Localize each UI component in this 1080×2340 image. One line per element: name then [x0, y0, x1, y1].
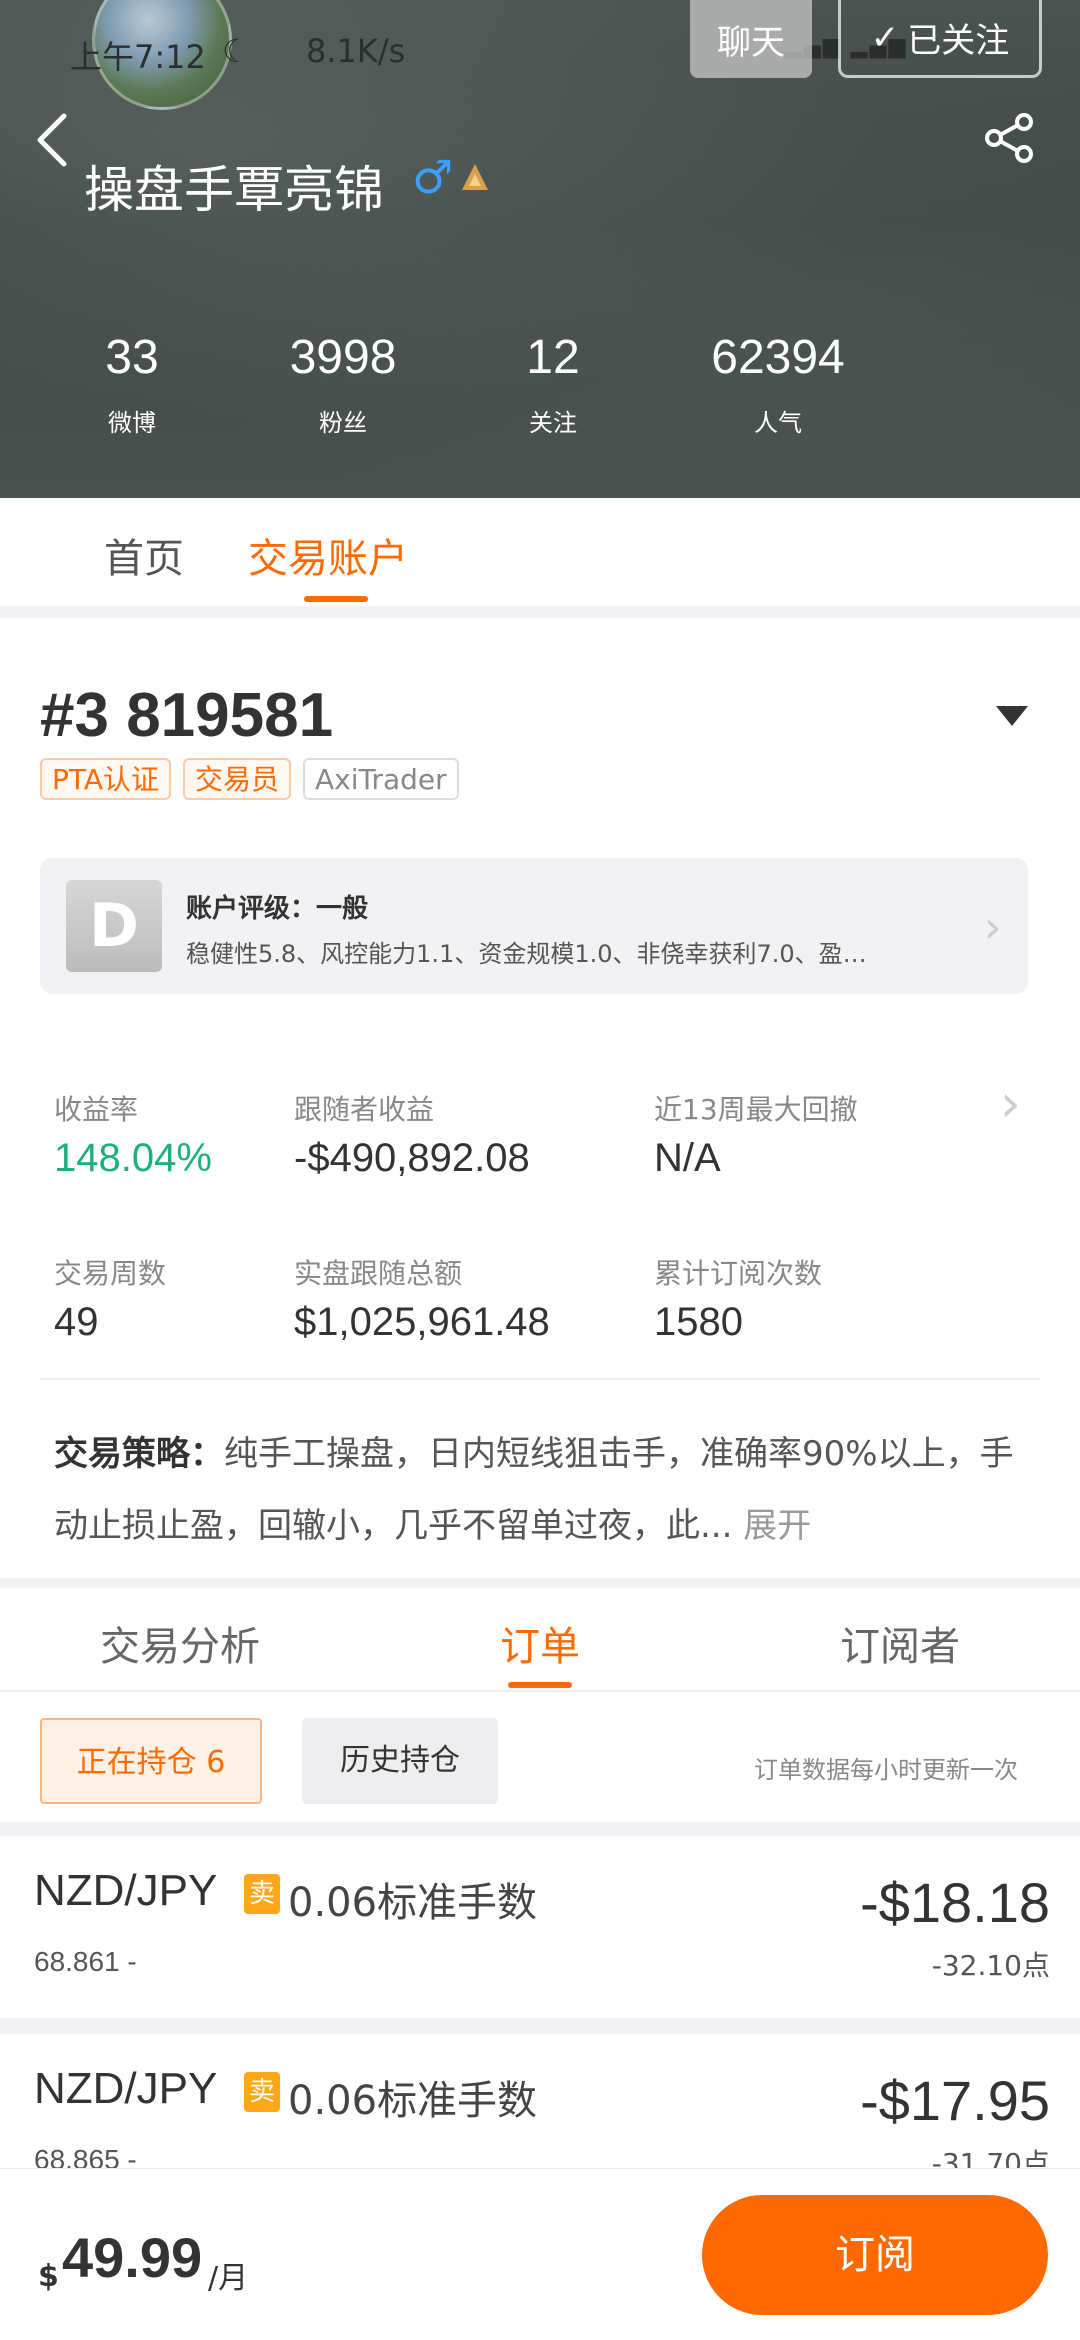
metric-drawdown-label: 近13周最大回撤 — [654, 1093, 858, 1126]
metric-subscriptions-value: 1580 — [654, 1300, 743, 1344]
order-row[interactable]: NZD/JPY 卖 0.06标准手数 68.861 - -$18.18 -32.… — [0, 1836, 1080, 2018]
user-name: 操盘手覃亮锦 — [84, 161, 384, 219]
metric-weeks-value: 49 — [54, 1300, 99, 1344]
rank-icon — [460, 162, 490, 192]
account-rating[interactable]: D 账户评级：一般 稳健性5.8、风控能力1.1、资金规模1.0、非侥幸获利7.… — [40, 858, 1028, 994]
stat-label: 粉丝 — [319, 409, 367, 437]
detail-tabs: 交易分析 订单 订阅者 — [0, 1588, 1080, 1692]
tab-trading-account[interactable]: 交易账户 — [248, 526, 408, 584]
follow-button[interactable]: ✓ 已关注 — [838, 0, 1042, 78]
chat-button[interactable]: 聊天 — [690, 0, 812, 78]
stat-value: 62394 — [711, 331, 845, 384]
account-tags: PTA认证 交易员 AxiTrader — [40, 758, 459, 800]
rating-description: 稳健性5.8、风控能力1.1、资金规模1.0、非侥幸获利7.0、盈… — [186, 940, 867, 968]
sell-badge: 卖 — [244, 1874, 280, 1914]
back-icon[interactable] — [30, 110, 80, 174]
metric-follower-profit-value: -$490,892.08 — [294, 1136, 530, 1180]
follow-label: 已关注 — [907, 21, 1010, 61]
metric-weeks-label: 交易周数 — [54, 1257, 167, 1290]
rating-grade-badge: D — [66, 880, 162, 972]
divider — [40, 1378, 1040, 1380]
order-lots: 0.06标准手数 — [288, 1880, 538, 1926]
order-pair: NZD/JPY — [34, 2064, 218, 2113]
strategy-text: 交易策略：纯手工操盘，日内短线狙击手，准确率90%以上，手动止损止盈，回辙小，几… — [54, 1418, 1034, 1562]
chevron-right-icon: › — [984, 902, 1002, 953]
metric-return-value: 148.04% — [54, 1136, 212, 1180]
gender-male-icon: ♂ — [412, 150, 454, 204]
stat-label: 人气 — [754, 409, 802, 437]
price-unit: /月 — [208, 2261, 249, 2296]
subscribe-button[interactable]: 订阅 — [702, 2195, 1048, 2315]
price-amount: 49.99 — [62, 2226, 203, 2289]
stat-value: 33 — [105, 331, 159, 384]
stat-value: 12 — [526, 331, 580, 384]
sell-badge: 卖 — [244, 2072, 280, 2112]
metric-return-label: 收益率 — [54, 1093, 139, 1126]
update-note: 订单数据每小时更新一次 — [754, 1756, 1018, 1784]
tab-indicator — [508, 1682, 572, 1688]
metric-follow-total-value: $1,025,961.48 — [294, 1300, 550, 1344]
stat-label: 微博 — [108, 409, 156, 437]
tab-indicator — [304, 596, 368, 602]
tab-orders[interactable]: 订单 — [500, 1614, 580, 1672]
order-price: 68.861 - — [34, 1946, 137, 1977]
order-pnl: -$18.18 — [860, 1871, 1050, 1934]
strategy-label: 交易策略： — [54, 1434, 224, 1474]
status-speed: 8.1K/s — [306, 32, 406, 70]
order-lots: 0.06标准手数 — [288, 2078, 538, 2124]
dropdown-arrow-icon[interactable] — [996, 706, 1028, 726]
metric-drawdown-value: N/A — [654, 1136, 721, 1180]
open-positions-chip[interactable]: 正在持仓 6 — [40, 1718, 262, 1804]
order-pnl: -$17.95 — [860, 2069, 1050, 2132]
order-points: -32.10点 — [931, 1949, 1050, 1982]
subscribe-bar: $ 49.99 /月 订阅 — [0, 2168, 1080, 2340]
tab-trade-analysis[interactable]: 交易分析 — [100, 1614, 260, 1672]
stat-weibo[interactable]: 33 微博 — [32, 330, 232, 438]
stat-popularity: 62394 人气 — [678, 330, 878, 438]
stat-label: 关注 — [529, 409, 577, 437]
expand-link[interactable]: 展开 — [743, 1506, 811, 1546]
chevron-right-icon[interactable]: › — [1000, 1074, 1021, 1134]
profile-tabs: 首页 交易账户 — [0, 498, 1080, 606]
profile-header: 上午7:12 ☾ 8.1K/s ▂▄▆ ▂▄▆ 聊天 ✓ 已关注 操盘手覃亮锦 … — [0, 0, 1080, 498]
price-currency: $ — [38, 2259, 59, 2294]
rating-title: 账户评级：一般 — [186, 894, 369, 924]
metric-follow-total-label: 实盘跟随总额 — [294, 1257, 463, 1290]
stat-following[interactable]: 12 关注 — [453, 330, 653, 438]
account-number: #3 819581 — [40, 681, 334, 750]
moon-icon: ☾ — [222, 32, 251, 70]
tag-trader: 交易员 — [182, 758, 291, 800]
metric-follower-profit-label: 跟随者收益 — [294, 1093, 435, 1126]
status-time: 上午7:12 — [70, 38, 206, 76]
metric-subscriptions-label: 累计订阅次数 — [654, 1257, 823, 1290]
account-card: #3 819581 PTA认证 交易员 AxiTrader D 账户评级：一般 … — [0, 618, 1080, 1578]
tag-pta: PTA认证 — [40, 758, 171, 800]
check-icon: ✓ — [870, 17, 900, 58]
history-positions-chip[interactable]: 历史持仓 — [302, 1718, 498, 1804]
tag-broker: AxiTrader — [303, 758, 459, 800]
order-filter-bar: 正在持仓 6 历史持仓 订单数据每小时更新一次 — [0, 1692, 1080, 1822]
stat-fans[interactable]: 3998 粉丝 — [243, 330, 443, 438]
order-pair: NZD/JPY — [34, 1866, 218, 1915]
share-icon[interactable] — [980, 108, 1040, 168]
stat-value: 3998 — [289, 331, 397, 384]
tab-subscribers[interactable]: 订阅者 — [840, 1614, 960, 1672]
tab-home[interactable]: 首页 — [104, 526, 184, 584]
